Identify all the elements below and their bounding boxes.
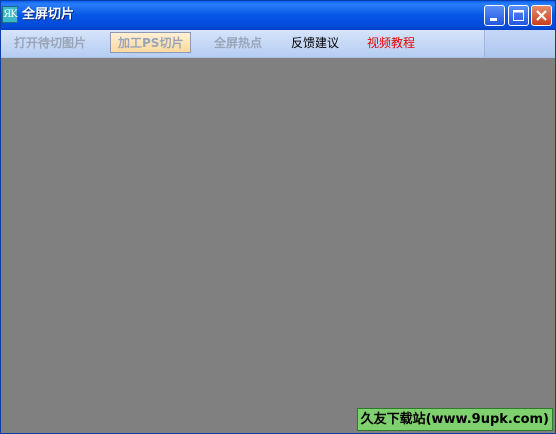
title-bar[interactable]: ЯK 全屏切片 bbox=[1, 1, 555, 30]
menu-bar-right-panel bbox=[484, 30, 555, 57]
menu-fullscreen-hotspot[interactable]: 全屏热点 bbox=[214, 34, 262, 53]
menu-open-image[interactable]: 打开待切图片 bbox=[14, 34, 86, 53]
watermark-badge: 久友下载站(www.9upk.com) bbox=[356, 408, 553, 431]
canvas-area[interactable]: 久友下载站(www.9upk.com) bbox=[1, 58, 555, 433]
minimize-button[interactable] bbox=[484, 5, 505, 26]
close-icon bbox=[536, 10, 547, 21]
menu-process-ps-slices[interactable]: 加工PS切片 bbox=[110, 32, 192, 53]
maximize-icon bbox=[513, 10, 524, 21]
menu-video-tutorial[interactable]: 视频教程 bbox=[367, 34, 415, 53]
menu-bar: 打开待切图片 加工PS切片 全屏热点 反馈建议 视频教程 bbox=[1, 30, 555, 58]
minimize-icon bbox=[490, 18, 497, 21]
menu-feedback[interactable]: 反馈建议 bbox=[291, 34, 339, 53]
close-button[interactable] bbox=[531, 5, 552, 26]
app-window: ЯK 全屏切片 打开待切图片 加工PS切片 全屏热点 反馈建议 视频教程 久友下… bbox=[0, 0, 556, 434]
maximize-button[interactable] bbox=[508, 5, 529, 26]
window-title: 全屏切片 bbox=[22, 7, 75, 22]
app-icon: ЯK bbox=[2, 6, 18, 23]
